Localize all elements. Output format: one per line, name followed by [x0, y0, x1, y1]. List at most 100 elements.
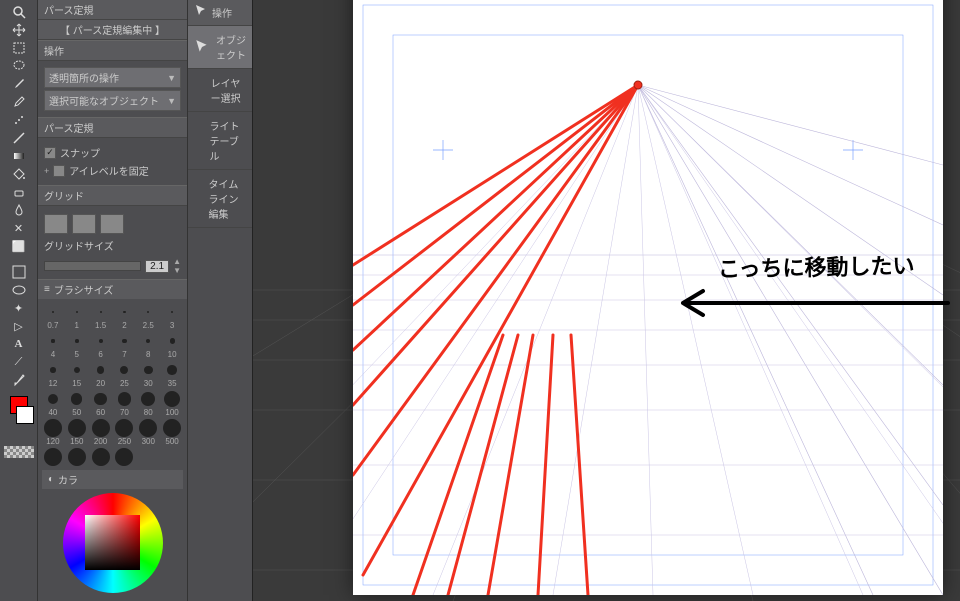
editing-banner: 【 パース定規編集中 】: [38, 20, 187, 40]
subtool-label: レイヤー選択: [211, 75, 246, 105]
subtool-light[interactable]: ライトテーブル: [188, 112, 252, 170]
brush-size-6[interactable]: 6: [90, 332, 112, 359]
transparent-op-dropdown[interactable]: 透明箇所の操作 ▼: [44, 67, 181, 88]
brush-size-1000[interactable]: 1000: [114, 448, 136, 466]
eyelevel-label: アイレベルを固定: [69, 163, 149, 178]
brush-size-3[interactable]: 3: [161, 303, 183, 330]
cursor-icon: [194, 4, 208, 21]
snap-checkbox[interactable]: ✓: [44, 147, 56, 159]
brush-size-150[interactable]: 150: [66, 419, 88, 446]
chevron-down-icon: ▼: [167, 73, 176, 83]
brush-size-60[interactable]: 60: [90, 390, 112, 417]
brush-size-40[interactable]: 40: [42, 390, 64, 417]
brush-size-50[interactable]: 50: [66, 390, 88, 417]
gradient-icon[interactable]: [11, 148, 27, 164]
zoom-icon[interactable]: [11, 4, 27, 20]
ruler-angle-icon[interactable]: ✕: [11, 220, 27, 236]
selectable-object-dropdown[interactable]: 選択可能なオブジェクト ▼: [44, 90, 181, 111]
property-panel: パース定規 【 パース定規編集中 】 操作 透明箇所の操作 ▼ 選択可能なオブジ…: [38, 0, 188, 601]
brush-size-20[interactable]: 20: [90, 361, 112, 388]
canvas-area[interactable]: こっちに移動したい: [253, 0, 960, 601]
brush-size-100[interactable]: 100: [161, 390, 183, 417]
grid-btn-2[interactable]: [72, 214, 96, 234]
brush-size-2.5[interactable]: 2.5: [137, 303, 159, 330]
eraser-icon[interactable]: [11, 184, 27, 200]
brush-size-35[interactable]: 35: [161, 361, 183, 388]
wand-icon[interactable]: ✦: [11, 300, 27, 316]
lasso-icon[interactable]: [11, 58, 27, 74]
ellipse-icon[interactable]: [11, 282, 27, 298]
triangle-icon[interactable]: ▷: [11, 318, 27, 334]
menu-icon[interactable]: ≡: [44, 284, 50, 295]
brush-size-4[interactable]: 4: [42, 332, 64, 359]
brush-size-5[interactable]: 5: [66, 332, 88, 359]
brush-size-70[interactable]: 70: [114, 390, 136, 417]
transparent-swatch[interactable]: [4, 446, 34, 458]
pen-icon[interactable]: [11, 76, 27, 92]
light-icon: [194, 132, 203, 150]
brush-size-8[interactable]: 8: [137, 332, 159, 359]
grid-size-slider[interactable]: [44, 261, 141, 271]
color-panel: ◐ カラ: [38, 466, 187, 601]
brush-size-12[interactable]: 12: [42, 361, 64, 388]
brush-size-500[interactable]: 500: [161, 419, 183, 446]
brush-size-7[interactable]: 7: [114, 332, 136, 359]
brush-size-700[interactable]: 700: [66, 448, 88, 466]
brush-size-800[interactable]: 800: [90, 448, 112, 466]
brush-size-200[interactable]: 200: [90, 419, 112, 446]
brush-size-300[interactable]: 300: [137, 419, 159, 446]
brush-size-250[interactable]: 250: [114, 419, 136, 446]
dropdown-label: 透明箇所の操作: [49, 70, 119, 85]
brush-size-25[interactable]: 25: [114, 361, 136, 388]
brush-size-15[interactable]: 15: [66, 361, 88, 388]
eyelevel-checkbox[interactable]: [53, 165, 65, 177]
timeline-icon: [194, 190, 203, 208]
text-icon[interactable]: A: [11, 336, 27, 352]
background-swatch[interactable]: [16, 406, 34, 424]
cursor-icon: [194, 38, 210, 56]
color-wheel-icon: ◐: [48, 474, 54, 485]
ruler-icon[interactable]: ⟋: [11, 354, 27, 370]
rect-select-icon[interactable]: [11, 264, 27, 280]
grid-size-label: グリッドサイズ: [44, 238, 181, 253]
subtool-panel: 操作 オブジェクトレイヤー選択ライトテーブルタイムライン編集: [188, 0, 253, 601]
subtool-label: タイムライン編集: [209, 176, 246, 221]
subtool-label: オブジェクト: [216, 32, 246, 62]
snap-label: スナップ: [60, 145, 100, 160]
airbrush-icon[interactable]: [11, 112, 27, 128]
brush-size-120[interactable]: 120: [42, 419, 64, 446]
stepper-icon[interactable]: ▲▼: [173, 257, 181, 275]
annotation-arrow: [663, 288, 953, 328]
expand-icon[interactable]: +: [44, 166, 49, 176]
subtool-head-label: 操作: [212, 5, 232, 20]
grid-btn-1[interactable]: [44, 214, 68, 234]
grid-header: グリッド: [38, 185, 187, 206]
select-icon[interactable]: [11, 40, 27, 56]
tool-strip: ✕ ⬜ ✦ ▷ A ⟋: [0, 0, 38, 601]
brush-size-80[interactable]: 80: [137, 390, 159, 417]
subtool-layers[interactable]: レイヤー選択: [188, 69, 252, 112]
subtool-cursor[interactable]: オブジェクト: [188, 26, 252, 69]
blend-icon[interactable]: [11, 202, 27, 218]
subtool-timeline[interactable]: タイムライン編集: [188, 170, 252, 228]
grid-size-value[interactable]: 2.1: [145, 260, 169, 273]
brush-size-1[interactable]: 1: [66, 303, 88, 330]
brush-size-0.7[interactable]: 0.7: [42, 303, 64, 330]
brush-size-600[interactable]: 600: [42, 448, 64, 466]
brush-icon[interactable]: [11, 94, 27, 110]
line-icon[interactable]: [11, 130, 27, 146]
operation-header: 操作: [38, 40, 187, 61]
color-square[interactable]: [85, 515, 140, 570]
move-icon[interactable]: [11, 22, 27, 38]
fill-icon[interactable]: [11, 166, 27, 182]
divider: [11, 256, 27, 262]
brush-size-2[interactable]: 2: [114, 303, 136, 330]
grid-btn-3[interactable]: [100, 214, 124, 234]
panel-tab[interactable]: パース定規: [38, 0, 187, 20]
brush-size-1.5[interactable]: 1.5: [90, 303, 112, 330]
eyedropper-icon[interactable]: [11, 372, 27, 388]
brush-size-30[interactable]: 30: [137, 361, 159, 388]
brush-size-10[interactable]: 10: [161, 332, 183, 359]
shape-icon[interactable]: ⬜: [11, 238, 27, 254]
subtool-label: ライトテーブル: [209, 118, 246, 163]
